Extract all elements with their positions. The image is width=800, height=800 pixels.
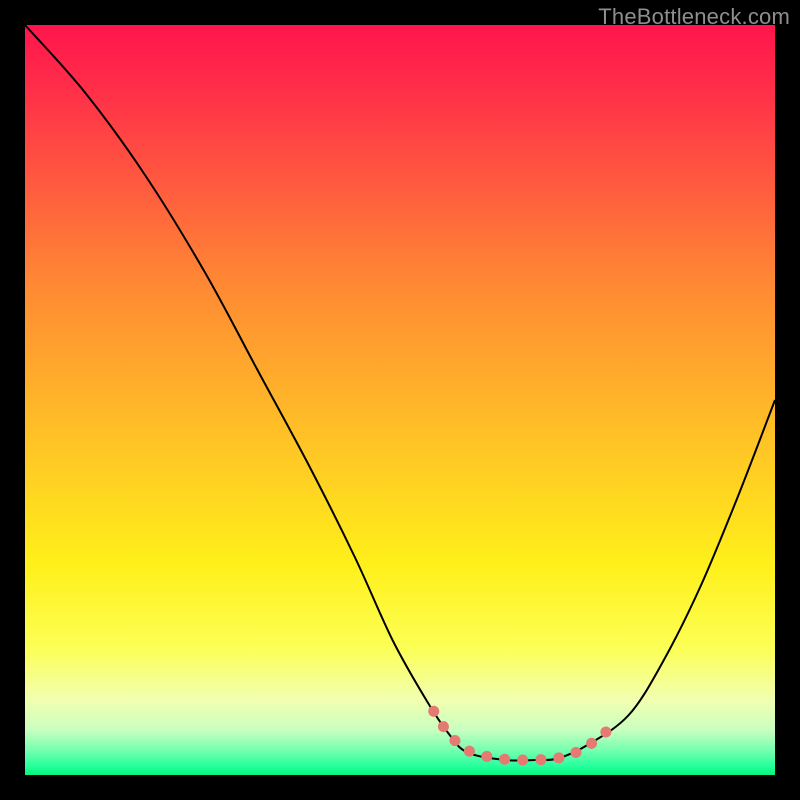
chart-frame: TheBottleneck.com <box>0 0 800 800</box>
gradient-plot-area <box>25 25 775 775</box>
curve-svg <box>25 25 775 775</box>
watermark-text: TheBottleneck.com <box>598 4 790 30</box>
bottleneck-highlight <box>434 711 610 760</box>
bottleneck-curve <box>25 25 775 761</box>
